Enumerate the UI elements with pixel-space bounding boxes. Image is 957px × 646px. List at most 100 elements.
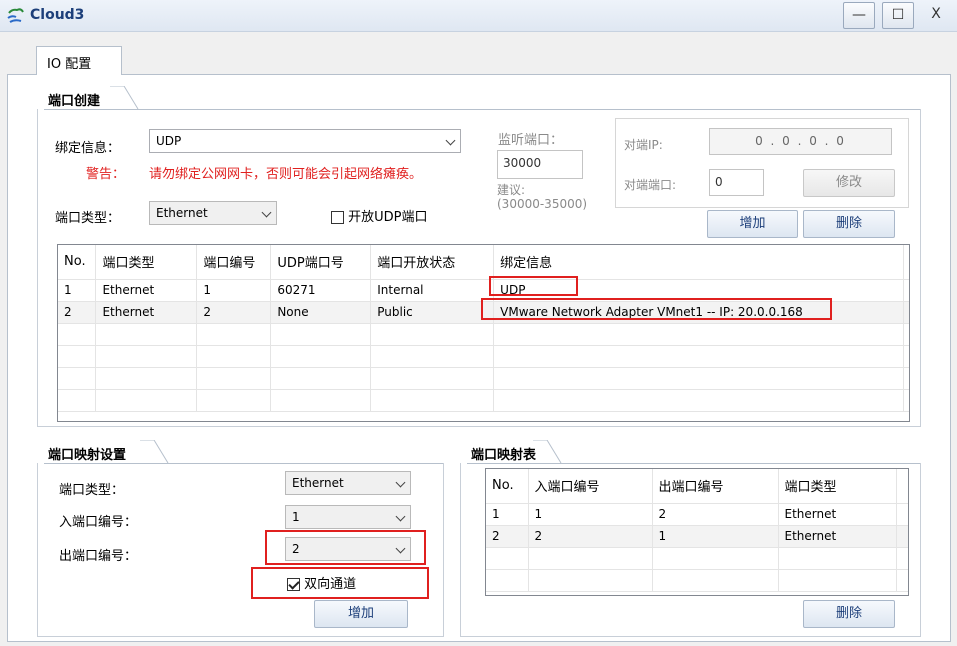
col-open-state[interactable]: 端口开放状态 <box>370 245 495 280</box>
cell-port-number: 2 <box>196 301 272 324</box>
window-title: Cloud3 <box>30 7 85 23</box>
maximize-button[interactable]: ☐ <box>882 2 914 29</box>
peer-ip-input[interactable]: 0 . 0 . 0 . 0 <box>709 128 892 155</box>
highlight-vmnet-binding <box>481 298 832 320</box>
empty-row <box>486 547 908 570</box>
col-no[interactable]: No. <box>486 469 529 504</box>
close-button[interactable]: X <box>920 2 952 29</box>
cell-out-port: 2 <box>652 503 779 526</box>
peer-port-input[interactable]: 0 <box>709 169 764 196</box>
mapping-table-grid: No. 入端口编号 出端口编号 端口类型 1 1 2 Ethernet 2 2 … <box>486 469 908 592</box>
empty-row <box>58 367 909 390</box>
cell-port-type: Ethernet <box>95 301 198 324</box>
col-filler <box>903 245 909 280</box>
empty-row <box>58 323 909 346</box>
suggest-range: (30000-35000) <box>497 197 588 211</box>
table-row[interactable]: 2 2 1 Ethernet <box>486 525 908 548</box>
cell-filler <box>903 301 909 324</box>
cell-port-type: Ethernet <box>95 279 198 302</box>
add-port-button[interactable]: 增加 <box>707 210 798 238</box>
in-port-select[interactable]: 1 <box>285 505 411 529</box>
cell-port-number: 1 <box>196 279 272 302</box>
binding-label: 绑定信息： <box>55 141 121 156</box>
cell-in-port: 2 <box>528 525 653 548</box>
cell-filler <box>896 525 908 548</box>
open-udp-label: 开放UDP端口 <box>348 210 428 225</box>
cell-port-type: Ethernet <box>778 503 897 526</box>
peer-port-label: 对端端口: <box>624 178 677 192</box>
empty-row <box>58 389 909 412</box>
close-icon: X <box>931 6 941 22</box>
listen-port-value: 30000 <box>503 156 542 170</box>
empty-row <box>486 569 908 592</box>
port-table-grid: No. 端口类型 端口编号 UDP端口号 端口开放状态 绑定信息 1 Ether… <box>58 245 909 412</box>
cell-in-port: 1 <box>528 503 653 526</box>
cell-no: 2 <box>486 525 529 548</box>
mapping-table-header: No. 入端口编号 出端口编号 端口类型 <box>486 469 908 504</box>
chevron-down-icon <box>395 511 406 522</box>
peer-port-value: 0 <box>715 175 723 189</box>
out-port-label: 出端口编号： <box>59 549 138 564</box>
port-table: No. 端口类型 端口编号 UDP端口号 端口开放状态 绑定信息 1 Ether… <box>57 244 910 422</box>
cell-filler <box>903 279 909 302</box>
mapping-table: No. 入端口编号 出端口编号 端口类型 1 1 2 Ethernet 2 2 … <box>485 468 909 596</box>
port-table-header: No. 端口类型 端口编号 UDP端口号 端口开放状态 绑定信息 <box>58 245 909 280</box>
open-udp-checkbox[interactable] <box>331 211 344 224</box>
warning-label: 警告： <box>86 167 126 182</box>
highlight-out-port <box>265 530 426 565</box>
col-filler <box>896 469 908 504</box>
cell-open-state: Public <box>370 301 495 324</box>
listen-port-input[interactable]: 30000 <box>497 150 583 179</box>
modify-button[interactable]: 修改 <box>803 169 895 197</box>
map-port-type-select[interactable]: Ethernet <box>285 471 411 495</box>
section-tab-slant <box>140 440 169 464</box>
col-port-type[interactable]: 端口类型 <box>95 245 198 280</box>
col-port-number[interactable]: 端口编号 <box>196 245 272 280</box>
table-row[interactable]: 1 1 2 Ethernet <box>486 503 908 526</box>
cell-udp-port: 60271 <box>270 279 372 302</box>
warning-text: 请勿绑定公网网卡，否则可能会引起网络瘫痪。 <box>149 167 423 182</box>
binding-select-value: UDP <box>156 134 182 148</box>
col-binding[interactable]: 绑定信息 <box>493 245 904 280</box>
cell-udp-port: None <box>270 301 372 324</box>
col-no[interactable]: No. <box>58 245 97 280</box>
minimize-button[interactable]: — <box>843 2 875 29</box>
delete-mapping-button[interactable]: 删除 <box>803 600 895 628</box>
cell-no: 1 <box>58 279 97 302</box>
add-mapping-button[interactable]: 增加 <box>314 600 408 628</box>
cell-out-port: 1 <box>652 525 779 548</box>
peer-ip-value: 0 . 0 . 0 . 0 <box>755 134 846 148</box>
col-udp-port[interactable]: UDP端口号 <box>270 245 372 280</box>
col-out-port[interactable]: 出端口编号 <box>652 469 779 504</box>
section-tab-slant <box>110 86 139 110</box>
port-type-select[interactable]: Ethernet <box>149 201 277 225</box>
listen-port-label: 监听端口： <box>498 133 564 148</box>
col-in-port[interactable]: 入端口编号 <box>528 469 653 504</box>
in-port-label: 入端口编号： <box>59 515 138 530</box>
delete-port-button[interactable]: 删除 <box>803 210 895 238</box>
minimize-icon: — <box>852 7 866 23</box>
cloud-app-icon <box>7 8 24 23</box>
col-port-type[interactable]: 端口类型 <box>778 469 897 504</box>
map-port-type-label: 端口类型： <box>59 483 125 498</box>
in-port-value: 1 <box>292 510 300 524</box>
open-udp-port-option[interactable]: 开放UDP端口 <box>331 206 428 225</box>
maximize-icon: ☐ <box>891 7 905 23</box>
cell-no: 2 <box>58 301 97 324</box>
tab-io-config[interactable]: IO 配置 <box>36 46 122 75</box>
empty-row <box>58 345 909 368</box>
chevron-down-icon <box>261 207 272 218</box>
peer-ip-label: 对端IP: <box>624 138 663 152</box>
map-port-type-value: Ethernet <box>292 476 344 490</box>
title-bar: Cloud3 — ☐ X <box>0 0 957 32</box>
cell-open-state: Internal <box>370 279 495 302</box>
binding-select[interactable]: UDP <box>149 129 461 153</box>
section-tab-slant <box>533 440 562 464</box>
port-type-select-value: Ethernet <box>156 206 208 220</box>
highlight-bidirectional <box>251 567 429 599</box>
chevron-down-icon <box>395 477 406 488</box>
suggest-label: 建议: <box>497 183 526 197</box>
cell-port-type: Ethernet <box>778 525 897 548</box>
port-type-label: 端口类型： <box>55 211 121 226</box>
section-title-port-mapping: 端口映射设置 <box>48 448 127 463</box>
